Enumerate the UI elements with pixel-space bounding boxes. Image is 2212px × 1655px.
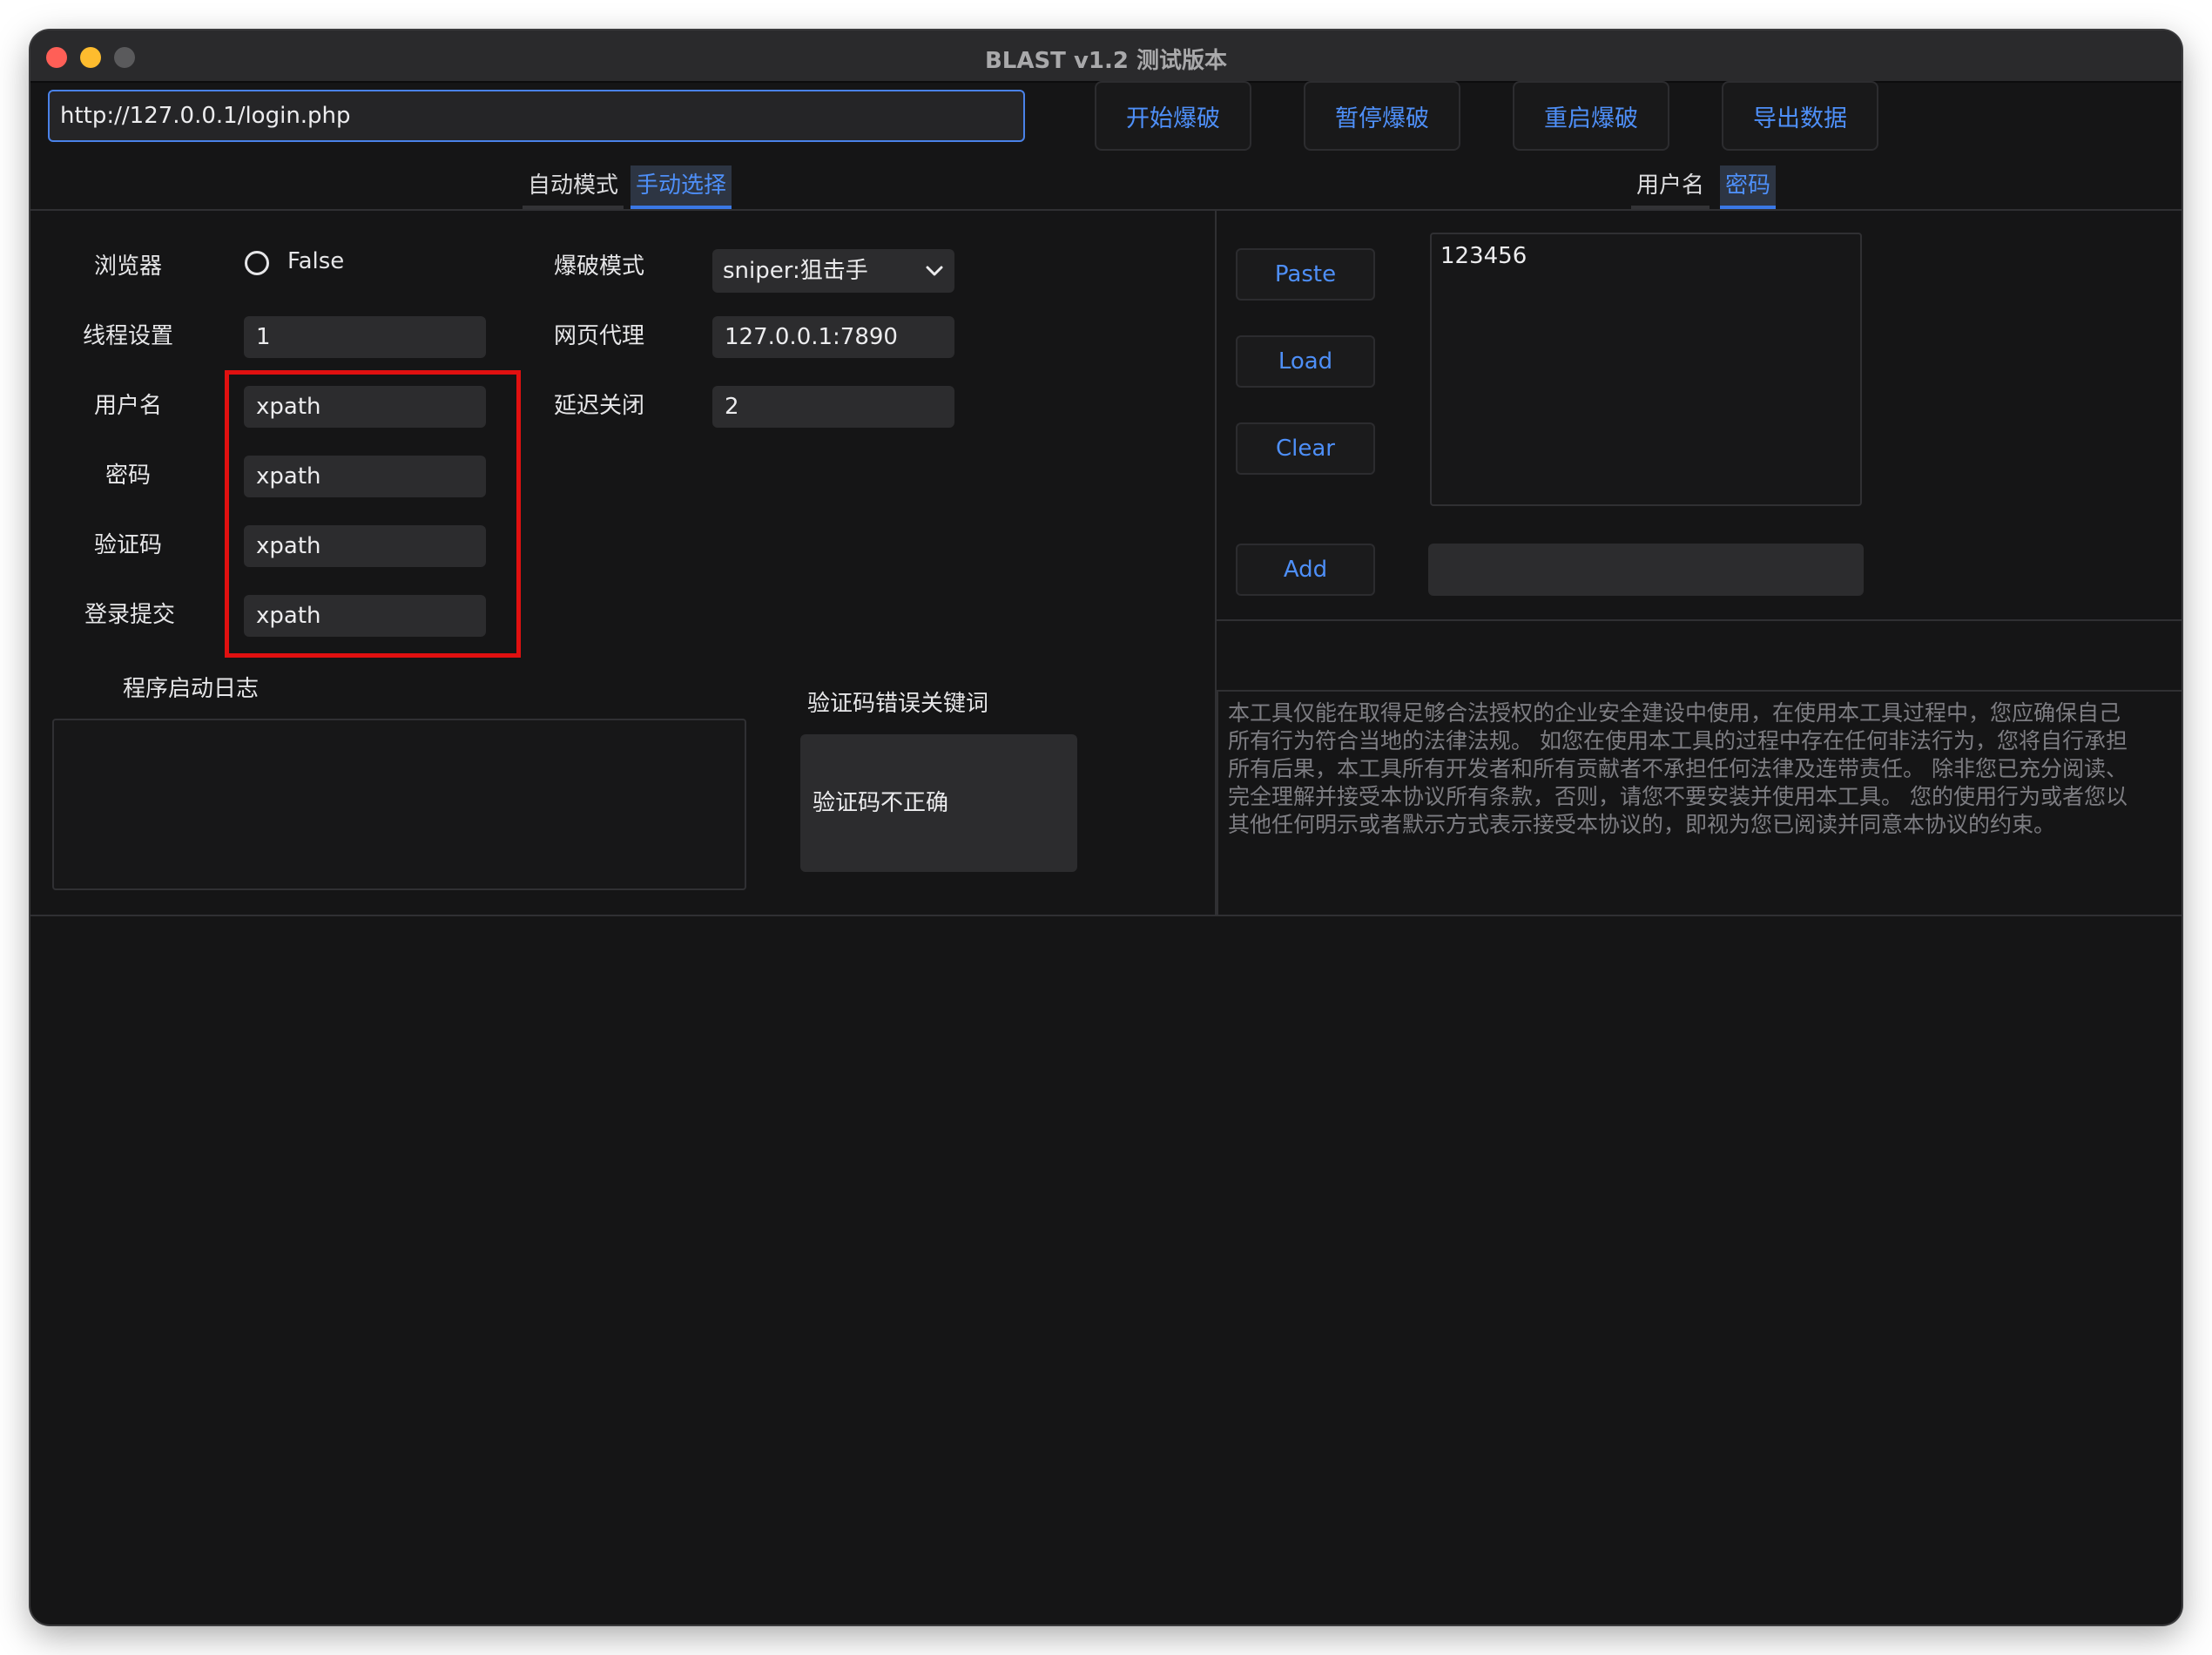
attack-mode-select[interactable]: sniper:狙击手 [712, 249, 954, 293]
proxy-input[interactable]: 127.0.0.1:7890 [712, 316, 954, 358]
title-bar: BLAST v1.2 测试版本 [30, 30, 2182, 83]
tab-username-list[interactable]: 用户名 [1631, 166, 1710, 209]
restart-attack-button[interactable]: 重启爆破 [1513, 81, 1669, 151]
tab-password-list[interactable]: 密码 [1720, 166, 1777, 209]
attack-mode-label: 爆破模式 [554, 253, 645, 280]
password-xpath-label: 密码 [105, 463, 152, 489]
browser-label: 浏览器 [94, 253, 163, 280]
add-entry-input[interactable] [1428, 544, 1864, 596]
disclaimer-line: 完全理解并接受本协议所有条款，否则，请您不要安装并使用本工具。 您的使用行为或者… [1228, 784, 2128, 809]
attack-mode-value: sniper:狙击手 [723, 258, 868, 284]
disclaimer-line: 所有后果，本工具所有开发者和所有贡献者不承担任何法律及连带责任。 除非您已充分阅… [1228, 756, 2128, 781]
disclaimer-line: 所有行为符合当地的法律法规。 如您在使用本工具的过程中存在任何非法行为，您将自行… [1228, 728, 2128, 753]
app-window: BLAST v1.2 测试版本 开始爆破 暂停爆破 重启爆破 导出数据 自动模式… [30, 30, 2182, 1625]
browser-value: False [287, 248, 345, 274]
tab-manual-select[interactable]: 手动选择 [631, 166, 732, 209]
startup-log-area[interactable] [52, 719, 746, 890]
list-item: 123456 [1440, 243, 1527, 269]
chevron-down-icon [926, 266, 943, 276]
username-xpath-label: 用户名 [94, 393, 163, 419]
url-input[interactable] [48, 90, 1025, 142]
delay-close-input[interactable]: 2 [712, 386, 954, 428]
clear-button[interactable]: Clear [1236, 422, 1375, 475]
wordlist-list[interactable]: 123456 [1430, 233, 1862, 506]
tab-auto-mode[interactable]: 自动模式 [523, 166, 624, 209]
delay-close-label: 延迟关闭 [554, 393, 645, 419]
window-title: BLAST v1.2 测试版本 [984, 48, 1228, 74]
paste-button[interactable]: Paste [1236, 248, 1375, 301]
add-button[interactable]: Add [1236, 544, 1375, 596]
xpath-highlight-box [225, 370, 521, 658]
captcha-error-keyword-input[interactable]: 验证码不正确 [800, 734, 1077, 872]
submit-xpath-label: 登录提交 [84, 602, 176, 628]
proxy-label: 网页代理 [554, 323, 645, 349]
disclaimer-line: 本工具仅能在取得足够合法授权的企业安全建设中使用，在使用本工具过程中，您应确保自… [1228, 700, 2121, 726]
export-data-button[interactable]: 导出数据 [1722, 81, 1878, 151]
start-attack-button[interactable]: 开始爆破 [1095, 81, 1251, 151]
load-button[interactable]: Load [1236, 335, 1375, 388]
startup-log-label: 程序启动日志 [123, 676, 260, 702]
disclaimer-line: 其他任何明示或者默示方式表示接受本协议的，即视为您已阅读并同意本协议的约束。 [1228, 812, 2056, 837]
threads-label: 线程设置 [83, 323, 174, 349]
captcha-xpath-label: 验证码 [94, 532, 163, 558]
browser-radio[interactable] [245, 251, 269, 275]
threads-input[interactable]: 1 [244, 316, 486, 358]
captcha-error-keyword-label: 验证码错误关键词 [807, 691, 989, 717]
pause-attack-button[interactable]: 暂停爆破 [1304, 81, 1460, 151]
disclaimer-text: 本工具仅能在取得足够合法授权的企业安全建设中使用，在使用本工具过程中，您应确保自… [1228, 699, 2182, 909]
